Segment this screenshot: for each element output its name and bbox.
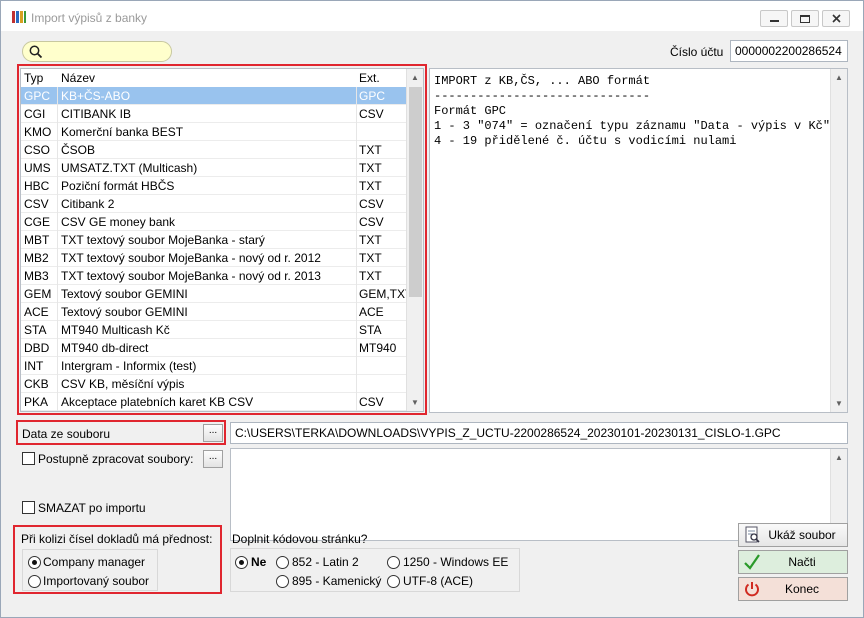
browse-folder-button[interactable]: ... [203,450,223,468]
conflict-option-imported-file-radio[interactable] [28,575,41,588]
check-icon [744,554,760,570]
codepage-option-utf8-radio[interactable] [387,575,400,588]
scroll-down-icon[interactable]: ▼ [835,399,843,408]
delete-after-import-label: SMAZAT po importu [38,501,146,515]
progressive-checkbox[interactable] [22,452,35,465]
conflict-option-imported-file-label: Importovaný soubor [43,574,150,588]
codepage-option-1250-radio[interactable] [387,556,400,569]
power-icon [745,582,759,597]
description-scrollbar[interactable]: ▲ ▼ [830,69,847,412]
load-label: Načti [788,555,816,569]
codepage-option-ne-label: Ne [251,555,267,569]
codepage-option-895-label: 895 - Kamenický [292,574,382,588]
codepage-label: Doplnit kódovou stránku? [232,532,368,546]
conflict-option-company-manager-label: Company manager [43,555,146,569]
minimize-button[interactable] [760,10,788,27]
codepage-option-895-radio[interactable] [276,575,289,588]
file-path-field[interactable]: C:\USERS\TERKA\DOWNLOADS\VYPIS_Z_UCTU-22… [230,422,848,444]
maximize-icon [800,14,810,23]
codepage-option-852-radio[interactable] [276,556,289,569]
close-icon [831,14,841,23]
conflict-label: Při kolizi čísel dokladů má přednost: [21,532,213,546]
scroll-up-icon[interactable]: ▲ [835,453,843,462]
app-icon [11,10,27,24]
codepage-option-852-label: 852 - Latin 2 [292,555,359,569]
load-button[interactable]: Načti [738,550,848,574]
import-window: Import výpisů z banky Číslo účtu 0000002… [0,0,864,618]
data-source-label: Data ze souboru [22,427,111,441]
progressive-label: Postupně zpracovat soubory: [38,452,194,466]
minimize-icon [769,20,779,22]
browse-file-button[interactable]: ... [203,424,223,442]
account-label: Číslo účtu [670,45,724,59]
conflict-option-company-manager-radio[interactable] [28,556,41,569]
codepage-group: Ne 852 - Latin 2 1250 - Windows EE 895 -… [230,548,520,592]
scroll-up-icon[interactable]: ▲ [835,73,843,82]
window-title: Import výpisů z banky [31,11,148,25]
end-button[interactable]: Konec [738,577,848,601]
search-input[interactable] [22,41,172,62]
format-description: IMPORT z KB,ČS, ... ABO formát ---------… [429,68,848,413]
end-label: Konec [784,582,820,596]
account-number-field[interactable]: 0000002200286524 [730,40,848,62]
title-bar: Import výpisů z banky [1,1,863,31]
codepage-option-utf8-label: UTF-8 (ACE) [403,574,473,588]
delete-after-import-checkbox[interactable] [22,501,35,514]
close-button[interactable] [822,10,850,27]
conflict-group: Company manager Importovaný soubor [22,549,158,591]
codepage-option-ne-radio[interactable] [235,556,248,569]
show-file-button[interactable]: Ukáž soubor [738,523,848,547]
document-icon [745,526,760,543]
codepage-option-1250-label: 1250 - Windows EE [403,555,509,569]
maximize-button[interactable] [791,10,819,27]
search-icon [29,45,43,59]
list-highlight-frame [17,64,427,415]
format-description-text: IMPORT z KB,ČS, ... ABO formát ---------… [434,74,831,148]
show-file-label: Ukáž soubor [768,528,836,542]
